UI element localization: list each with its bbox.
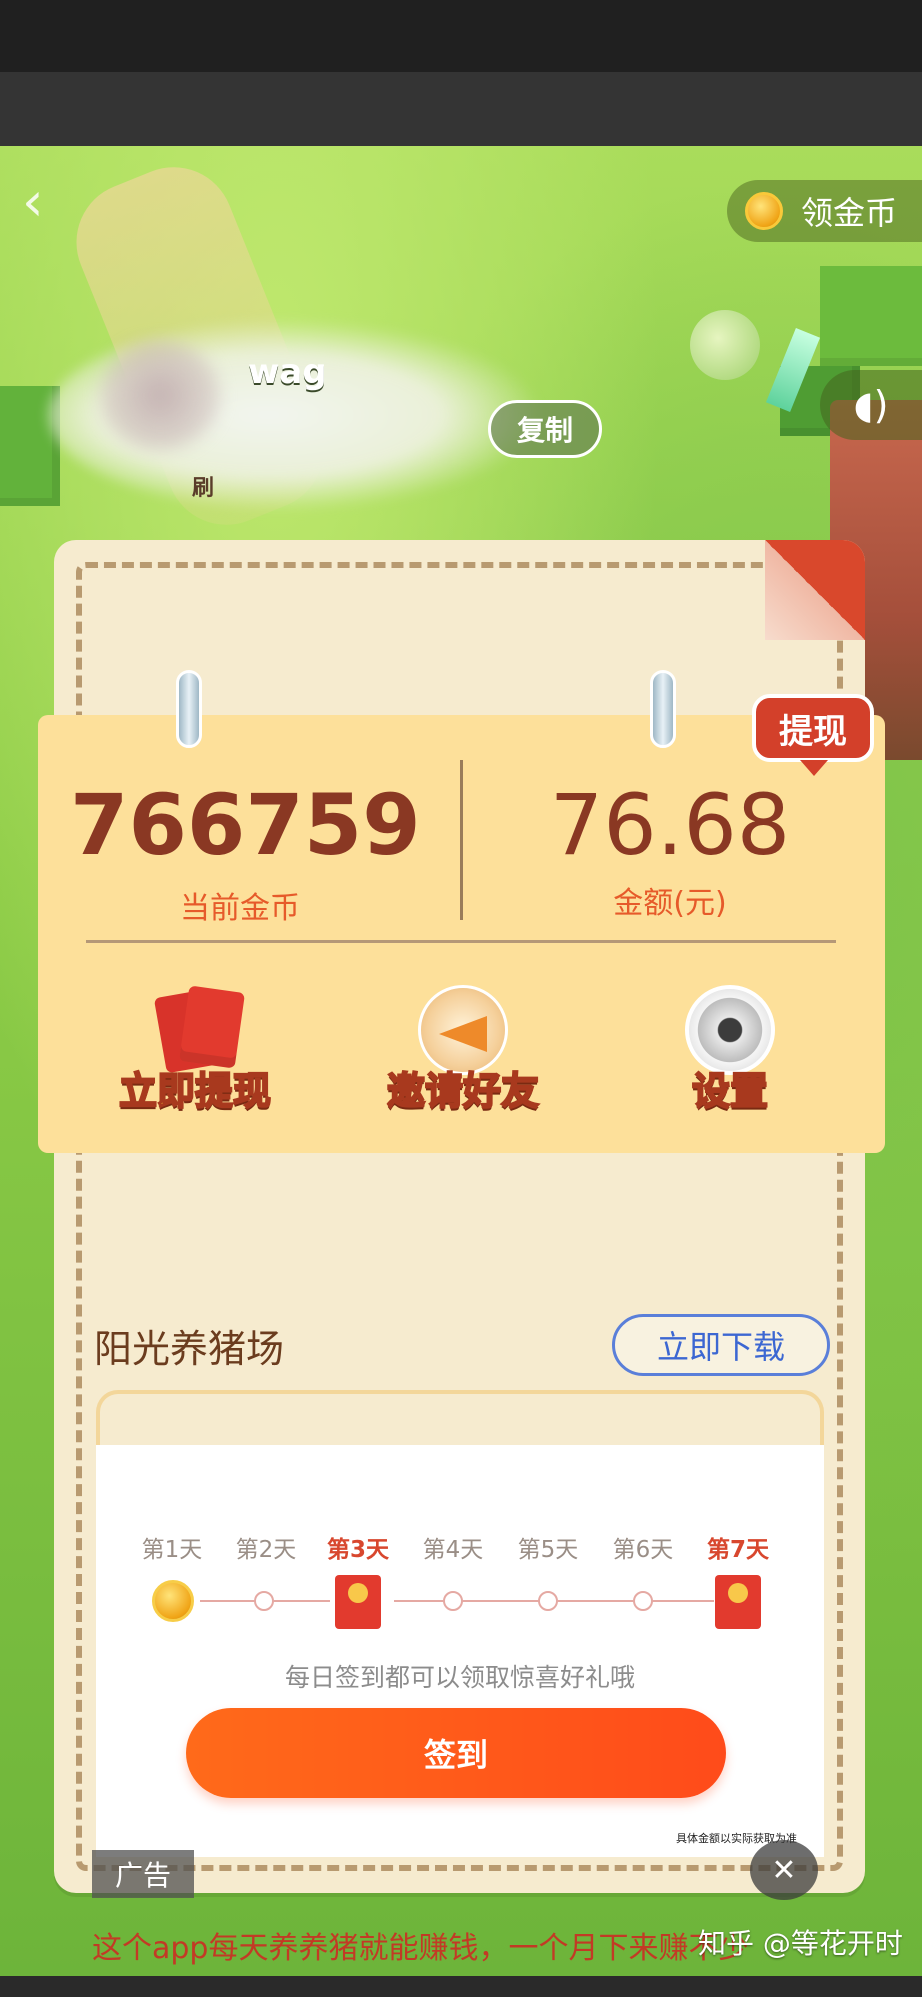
binder-ring: [650, 670, 676, 748]
speaker-icon: ◖): [853, 383, 889, 427]
day-label: 第3天: [326, 1537, 389, 1563]
coins-label: 当前金币: [180, 891, 300, 926]
invite-friends-button[interactable]: 邀请好友: [378, 985, 548, 1125]
red-envelope-icon: [715, 1575, 761, 1629]
withdraw-badge-button[interactable]: 提现: [752, 694, 874, 776]
withdraw-now-label: 立即提现: [118, 1068, 272, 1114]
sign-in-button[interactable]: 签到: [186, 1708, 726, 1798]
checkin-header: [96, 1390, 824, 1446]
day-dot: [633, 1591, 653, 1611]
day-label: 第6天: [612, 1537, 674, 1563]
stats-separator-line: [86, 940, 836, 943]
day-label: 第2天: [235, 1537, 297, 1563]
day-dot: [538, 1591, 558, 1611]
day-label: 第4天: [422, 1537, 484, 1563]
caption-text: 这个app每天养养猪就能赚钱，一个月下来赚不少: [92, 1931, 749, 1966]
ad-close-button[interactable]: ✕: [750, 1840, 818, 1900]
binder-ring: [176, 670, 202, 748]
coin-icon: [745, 192, 783, 230]
sound-toggle-button[interactable]: ◖): [820, 370, 922, 440]
stats-divider: [460, 760, 463, 920]
day-dot: [443, 1591, 463, 1611]
title-bar: [0, 72, 922, 146]
background-block: [820, 266, 922, 366]
card-corner-fold: [765, 540, 865, 640]
back-button[interactable]: ‹: [22, 172, 66, 232]
settings-button[interactable]: 设置: [660, 985, 800, 1125]
ad-tag: 广告: [92, 1850, 194, 1898]
day-label: 第1天: [141, 1537, 203, 1563]
checked-coin-icon: [152, 1580, 194, 1622]
checkin-hint: 每日签到都可以领取惊喜好礼哦: [284, 1663, 635, 1692]
withdraw-now-button[interactable]: 立即提现: [110, 985, 280, 1125]
user-subtitle: 刷: [192, 476, 215, 501]
avatar: [100, 340, 220, 450]
close-icon: ✕: [771, 1852, 797, 1888]
day-dot: [254, 1591, 274, 1611]
chevron-left-icon: ‹: [22, 170, 44, 233]
bottom-bar: [0, 1976, 922, 1997]
coins-value: 766759: [70, 776, 421, 874]
background-plant: [690, 310, 760, 380]
invite-friends-label: 邀请好友: [386, 1068, 540, 1114]
get-coins-button[interactable]: 领金币: [727, 180, 922, 242]
copy-button[interactable]: 复制: [488, 400, 602, 458]
watermark: 知乎 @等花开时: [698, 1927, 903, 1960]
day-label: 第5天: [517, 1537, 579, 1563]
day-label: 第7天: [706, 1537, 769, 1563]
amount-label: 金额(元): [613, 886, 727, 921]
download-now-button[interactable]: 立即下载: [612, 1314, 830, 1376]
get-coins-label: 领金币: [801, 194, 898, 232]
status-bar: [0, 0, 922, 72]
amount-value: 76.68: [549, 776, 791, 874]
ad-app-name: 阳光养猪场: [94, 1327, 285, 1371]
settings-label: 设置: [691, 1068, 769, 1114]
red-envelope-icon: [335, 1575, 381, 1629]
username: wag: [248, 352, 327, 392]
